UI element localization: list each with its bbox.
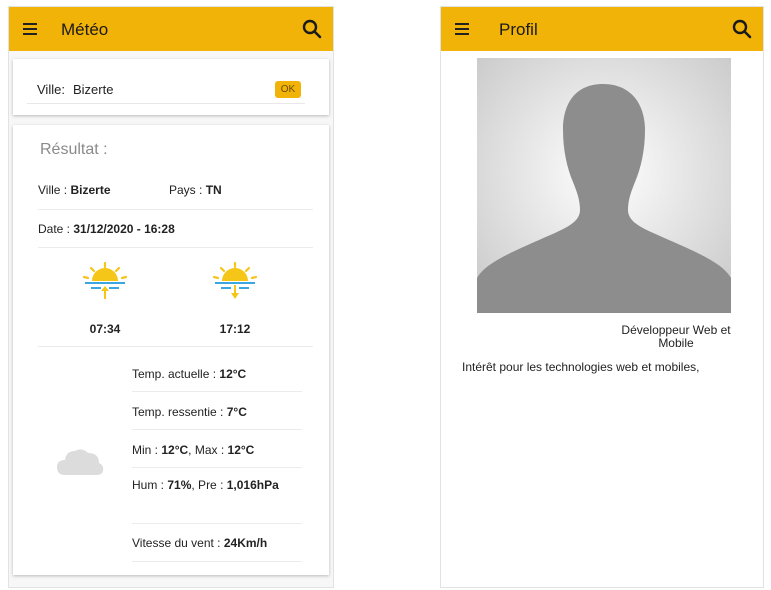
vent-value: 24Km/h — [223, 536, 268, 550]
temp-actuelle-row: Temp. actuelle : 12°C — [132, 367, 246, 381]
divider — [132, 391, 302, 392]
sunset-icon — [212, 261, 258, 299]
sunrise-time: 07:34 — [89, 322, 121, 336]
vent-row: Vitesse du vent : 24Km/h — [132, 536, 267, 550]
temp-ressentie-label: Temp. ressentie : — [132, 405, 224, 419]
meteo-app-bar: Météo — [9, 7, 333, 51]
divider — [38, 346, 313, 347]
date-row: Date : 31/12/2020 - 16:28 — [38, 222, 175, 236]
pre-value: 1,016hPa — [226, 478, 279, 492]
ville-row: Ville : Bizerte — [38, 183, 111, 197]
result-card: Résultat : Ville : Bizerte Pays : TN Dat… — [13, 125, 329, 575]
menu-icon[interactable] — [23, 23, 37, 35]
date-label: Date : — [38, 222, 71, 236]
temp-ressentie-value: 7°C — [226, 405, 247, 419]
divider — [132, 429, 302, 430]
hum-pre-row: Hum : 71%, Pre : 1,016hPa — [132, 477, 302, 494]
result-title: Résultat : — [40, 141, 108, 158]
divider — [38, 247, 313, 248]
divider — [132, 523, 302, 524]
divider — [38, 209, 313, 210]
max-label: , Max : — [188, 443, 225, 457]
pays-row: Pays : TN — [169, 183, 222, 197]
pays-label: Pays : — [169, 183, 203, 197]
search-icon[interactable] — [301, 18, 323, 40]
avatar-silhouette-icon — [477, 58, 731, 313]
ok-button[interactable]: OK — [275, 81, 301, 98]
meteo-screen: Météo Ville: OK Résultat : Ville : Bizer… — [8, 6, 334, 588]
sunrise-icon — [82, 261, 128, 299]
city-search-card: Ville: OK — [13, 59, 329, 115]
min-max-row: Min : 12°C, Max : 12°C — [132, 443, 254, 457]
profil-screen: Profil Développeur Web et Mobile Intérêt… — [440, 6, 764, 588]
profile-bio: Intérêt pour les technologies web et mob… — [462, 360, 700, 374]
sunset-time: 17:12 — [219, 322, 251, 336]
city-label: Ville: — [37, 82, 65, 97]
search-icon[interactable] — [731, 18, 753, 40]
menu-icon[interactable] — [455, 23, 469, 35]
divider — [132, 561, 302, 562]
ville-value: Bizerte — [70, 183, 111, 197]
cloud-icon — [57, 449, 104, 475]
meteo-title: Météo — [61, 20, 109, 39]
temp-actuelle-label: Temp. actuelle : — [132, 367, 217, 381]
max-value: 12°C — [227, 443, 255, 457]
profil-app-bar: Profil — [441, 7, 763, 51]
profil-title: Profil — [499, 20, 538, 39]
profile-role: Développeur Web et Mobile — [621, 323, 731, 350]
pre-label: , Pre : — [191, 478, 224, 492]
min-value: 12°C — [161, 443, 189, 457]
vent-label: Vitesse du vent : — [132, 536, 221, 550]
ville-label: Ville : — [38, 183, 68, 197]
city-input-underline — [27, 103, 305, 104]
hum-label: Hum : — [132, 478, 165, 492]
divider — [132, 467, 302, 468]
temp-actuelle-value: 12°C — [219, 367, 247, 381]
city-input[interactable] — [73, 78, 233, 100]
temp-ressentie-row: Temp. ressentie : 7°C — [132, 405, 247, 419]
min-label: Min : — [132, 443, 159, 457]
hum-value: 71% — [167, 478, 192, 492]
pays-value: TN — [205, 183, 222, 197]
date-value: 31/12/2020 - 16:28 — [73, 222, 175, 236]
